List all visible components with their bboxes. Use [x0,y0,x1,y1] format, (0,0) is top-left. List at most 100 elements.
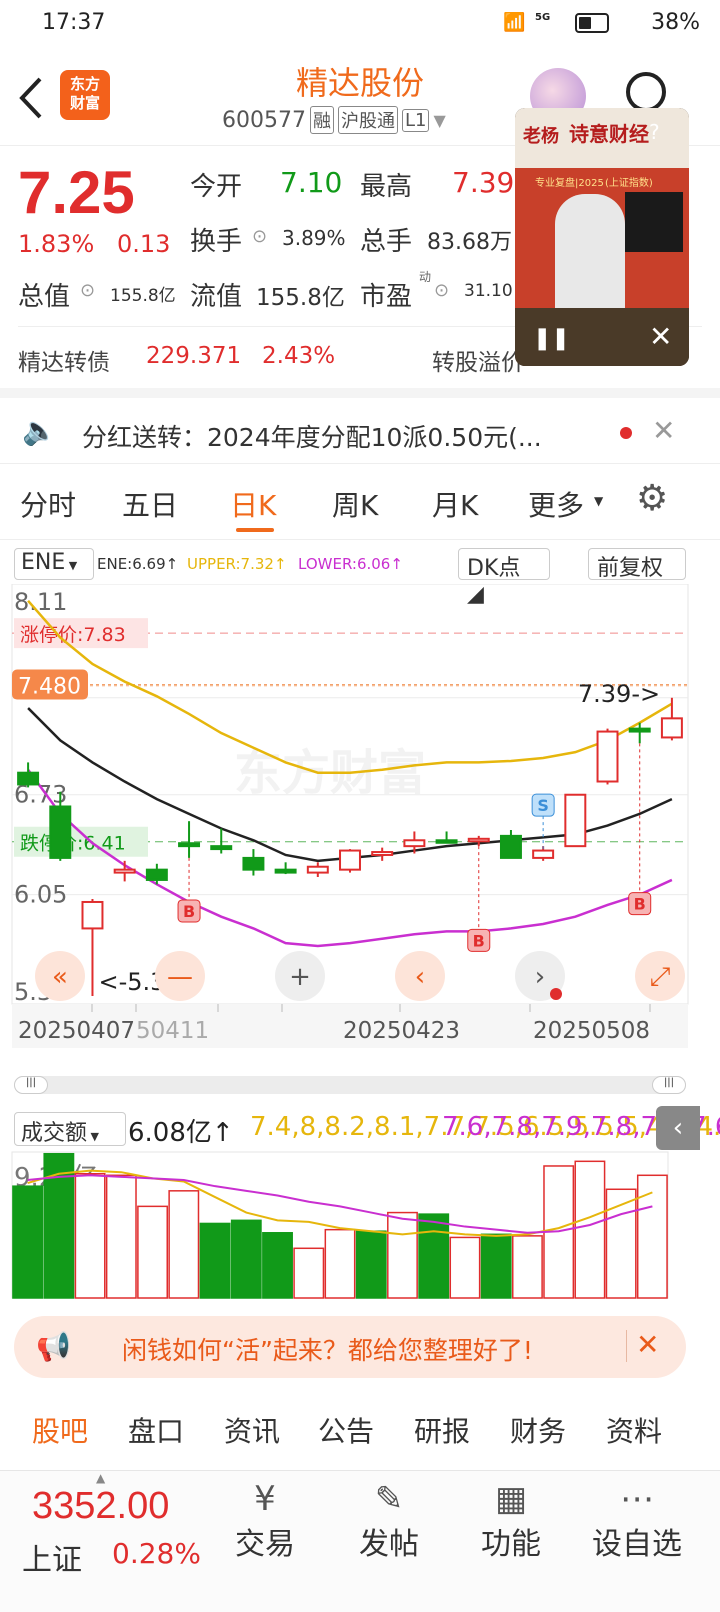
dk-point-select[interactable]: DK点 ◢ [458,548,550,607]
limit-up-label: 涨停价:7.83 [20,624,126,646]
scroll-handle-left[interactable]: ||| [14,1076,48,1094]
adjust-select[interactable]: 前复权 [588,548,686,581]
close-ad-icon[interactable]: ✕ [636,1328,659,1361]
subtab-profile[interactable]: 资料 [606,1410,662,1450]
gear-icon[interactable]: ⚙ [636,478,668,519]
nav-trade[interactable]: ¥ 交易 [220,1479,310,1563]
volume-bar [418,1213,450,1299]
candle-body [371,851,394,856]
tab-weekly-k[interactable]: 周K [332,484,378,524]
candle-body [113,868,136,874]
nav-post[interactable]: ✎ 发帖 [344,1479,434,1563]
bond-name: 精达转债 [18,350,110,376]
tab-monthly-k[interactable]: 月K [432,484,478,524]
tag-margin: 融 [309,106,334,134]
rewind-icon[interactable]: « [35,951,85,1001]
candle-body [660,717,683,739]
close-notice-icon[interactable]: ✕ [652,414,675,447]
help-icon[interactable]: ? [649,120,660,144]
scroll-handle-right[interactable]: ||| [652,1076,686,1094]
ad-banner[interactable]: 📢 闲钱如何“活”起来？都给您整理好了! ✕ [14,1316,686,1378]
tag-connect: 沪股通 [337,106,398,134]
subtab-research[interactable]: 研报 [414,1410,470,1450]
video-brand: 老杨 [523,126,559,147]
current-price-text: 7.480 [18,675,81,700]
info-icon[interactable]: ⊙ [80,280,95,301]
pause-icon[interactable]: ❚❚ [533,326,570,351]
tab-intraday[interactable]: 分时 [20,484,76,524]
app-logo: 东方 财富 [60,70,110,120]
nav-add-watchlist[interactable]: ⋯ 设自选 [582,1479,692,1563]
candle-body [564,793,587,848]
tab-five-day[interactable]: 五日 [122,484,178,524]
mktcap-value: 155.8亿 [110,286,176,306]
volume-bar [105,1174,137,1299]
more-dropdown-icon: ▼ [594,494,604,508]
subtab-news[interactable]: 资讯 [224,1410,280,1450]
lower-value: LOWER:6.06↑ [298,555,403,573]
open-value: 7.10 [280,166,343,199]
indicator-select[interactable]: ENE ▼ [14,548,94,580]
subtab-announcement[interactable]: 公告 [318,1410,374,1450]
candle-body [532,849,555,859]
bond-pct: 2.43% [262,343,336,369]
float-label: 流值 [190,282,243,312]
volume-label: 总手 [360,227,413,257]
fullscreen-icon-glyph: ⤢ [650,962,671,992]
more-dots-icon: ⋯ [620,1479,654,1519]
app-root: 17:37 📶 5G 38% 东方 财富 精达股份 600577 融 沪股通 L1… [0,0,720,1612]
subtab-forum[interactable]: 股吧 [32,1410,88,1450]
notice-bar[interactable]: 🔈 分红送转：2024年度分配10派0.50元(... ✕ [0,388,720,464]
candle-body [306,865,329,874]
bond-price: 229.371 [146,343,242,369]
fullscreen-icon[interactable]: ⤢ [635,951,685,1001]
video-title-bar: 老杨 诗意财经 [515,108,689,168]
unread-dot [620,427,632,439]
info-icon[interactable]: ⊙ [434,280,449,301]
status-bar: 17:37 📶 5G 38% [0,0,720,48]
sell-marker-label: S [537,796,549,815]
volume-value: 83.68万 [427,230,512,255]
alert-dot [550,988,562,1000]
volume-bar [74,1172,106,1299]
ene-value: ENE:6.69↑ [97,555,179,573]
turnover-value: 3.89% [282,226,346,250]
volume-bar [324,1228,356,1299]
index-name: 上证 [22,1543,82,1578]
volume-select[interactable]: 成交额 ▼ [14,1112,126,1146]
subtab-orderbook[interactable]: 盘口 [128,1410,184,1450]
prev-icon[interactable]: ‹ [395,951,445,1001]
nav-function[interactable]: ▦ 功能 [466,1479,556,1563]
pe-dynamic-sup: 动 [419,270,432,284]
zoom-out-icon-glyph: — [167,962,193,992]
mktcap-label: 总值 [18,282,71,312]
candle-body [628,727,651,733]
sub-tabs: 股吧 盘口 资讯 公告 研报 财务 资料 [0,1396,720,1470]
info-icon[interactable]: ⊙ [252,226,267,247]
date-label: 50411 [136,1018,209,1044]
tab-daily-k[interactable]: 日K [230,484,276,524]
candle-body [210,845,233,851]
zoom-in-icon[interactable]: + [275,951,325,1001]
index-ticker[interactable]: ▲ 3352.00 上证 0.28% [0,1471,206,1612]
back-arrow-icon[interactable] [18,76,44,120]
candle-body [49,805,72,859]
date-label: 20250423 [343,1018,460,1044]
close-video-icon[interactable]: ✕ [649,320,672,353]
collapse-left-icon[interactable]: ‹ [656,1106,700,1150]
tab-indicator [236,528,274,532]
tab-more[interactable]: 更多 [528,484,584,524]
stock-code: 600577 [222,107,306,133]
open-label: 今开 [190,172,243,202]
volume-value: 6.08亿↑ [128,1118,234,1148]
chart-scrollbar[interactable]: ||| ||| [14,1076,686,1094]
floating-video[interactable]: 老杨 诗意财经 专业复盘|2025 (上证指数) ❚❚ ✕ ? [515,108,689,366]
indicator-row: ENE ▼ ENE:6.69↑ UPPER:7.32↑ LOWER:6.06↑ … [0,544,720,607]
caret-up-icon: ▲ [96,1471,106,1485]
kline-chart[interactable]: 东方财富涨停价:7.83跌停价:6.417.4808.116.736.055.3… [0,584,720,1084]
volume-bar [12,1185,44,1299]
subtab-finance[interactable]: 财务 [510,1410,566,1450]
volume-chart[interactable]: 9.29亿 [0,1150,720,1300]
notice-text: 分红送转：2024年度分配10派0.50元(... [82,423,542,452]
zoom-out-icon[interactable]: — [155,951,205,1001]
